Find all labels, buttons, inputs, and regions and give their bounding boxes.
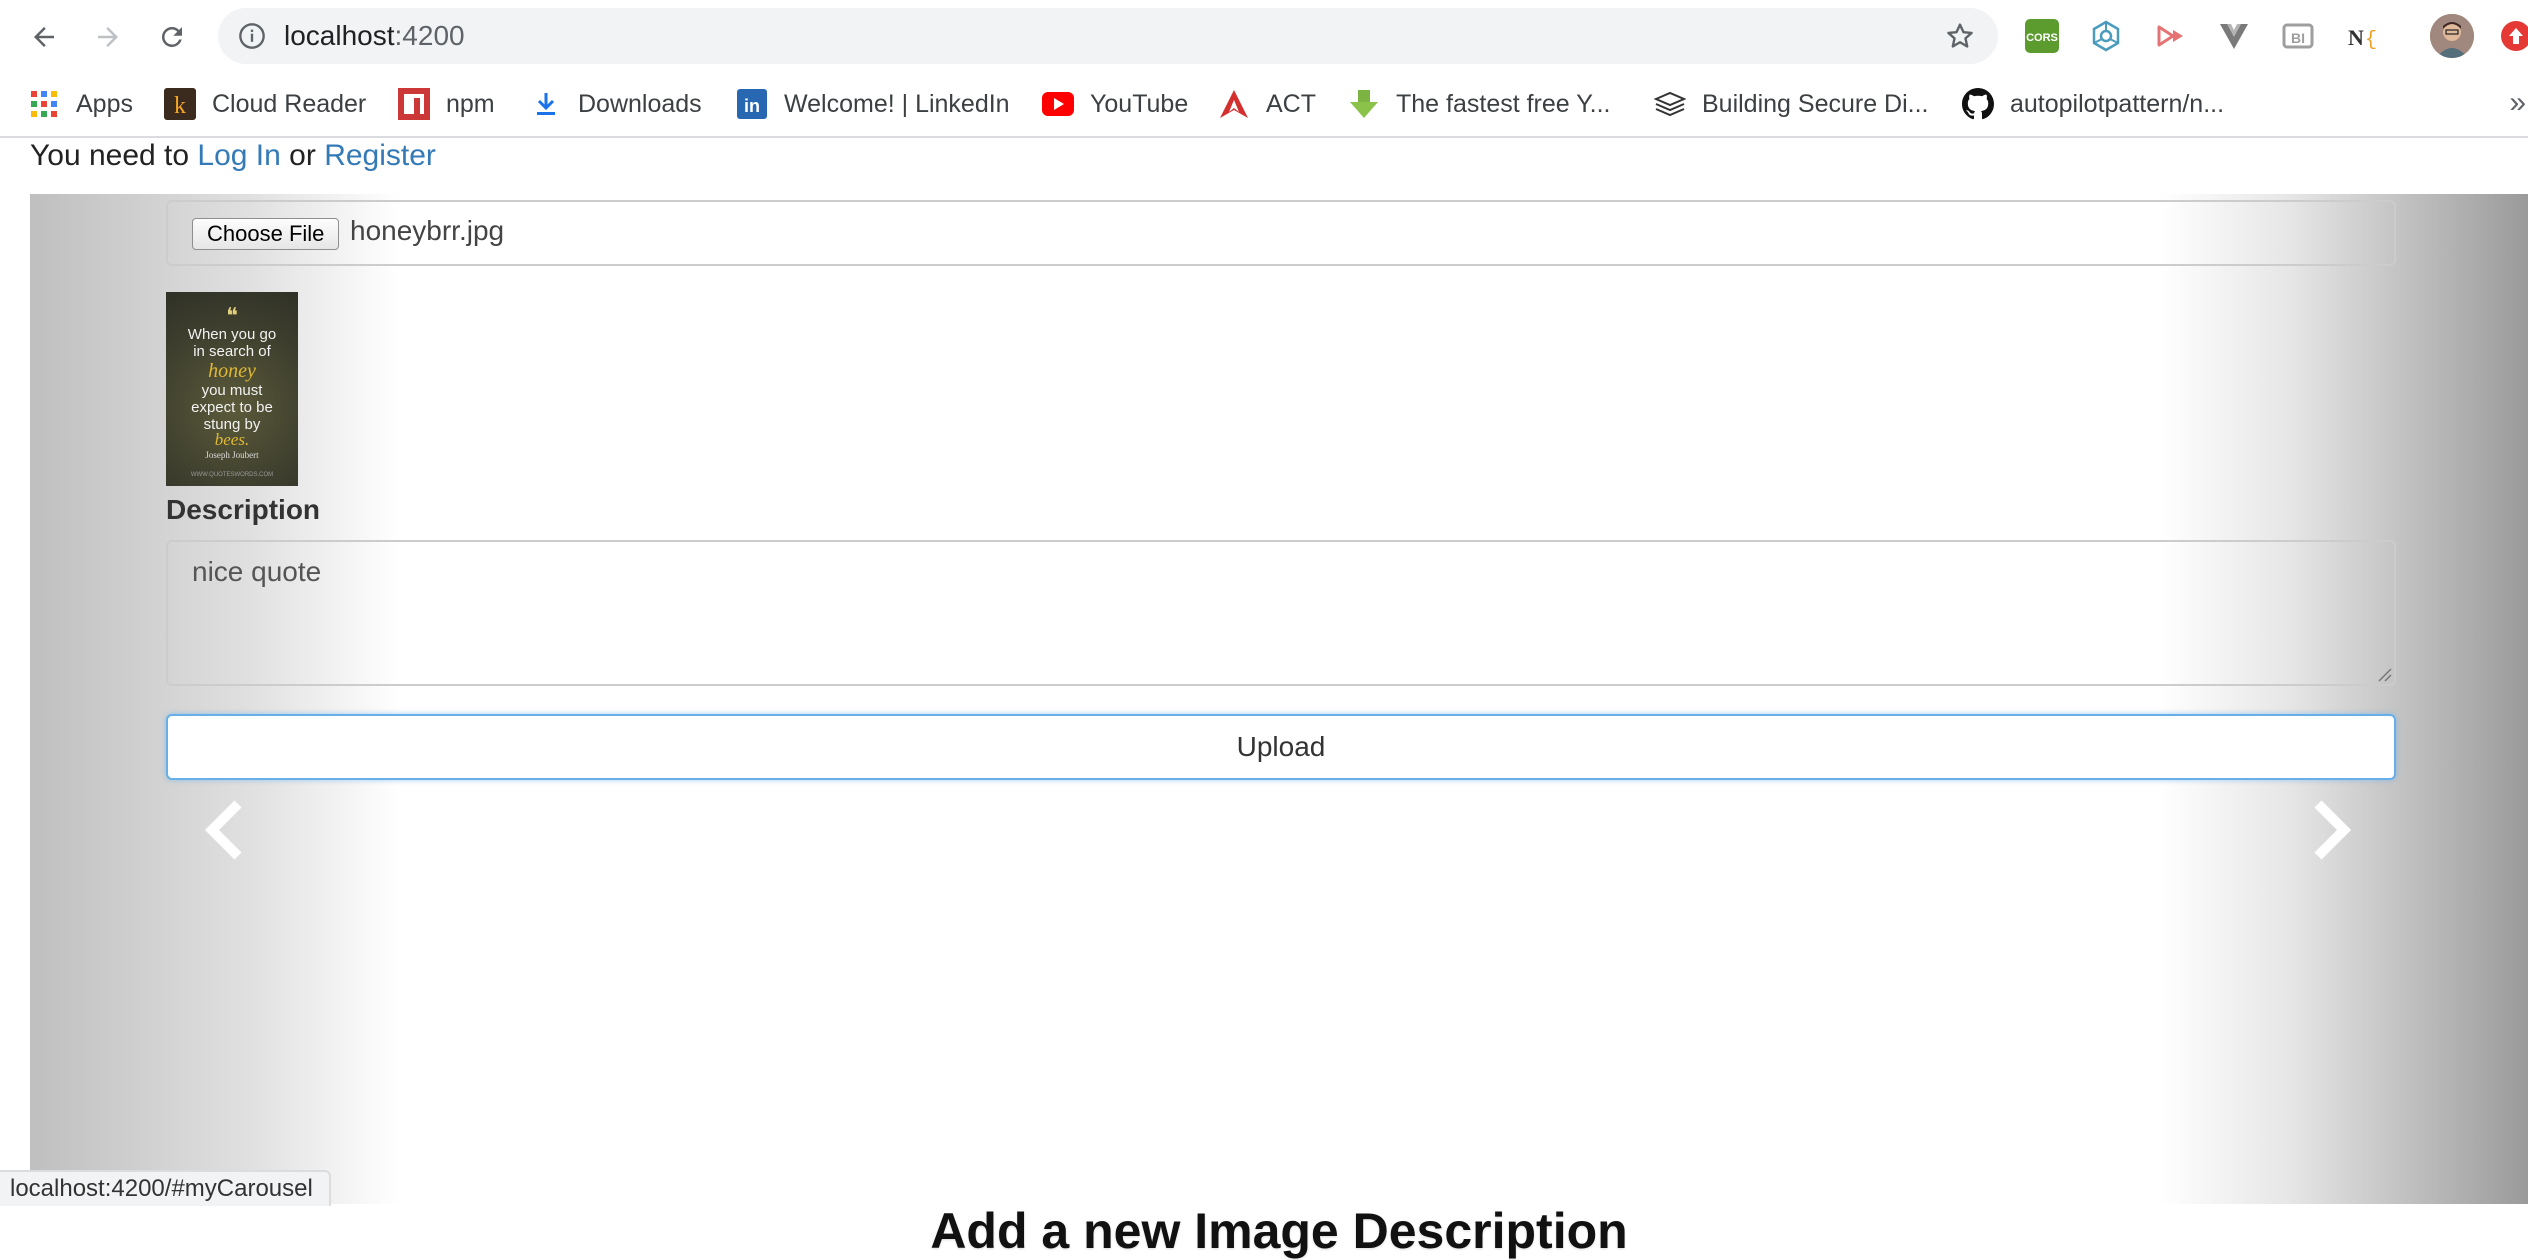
auth-or: or: [289, 139, 316, 172]
npm-icon: [398, 88, 430, 120]
bookmark-cloud-reader[interactable]: k Cloud Reader: [164, 84, 366, 124]
preview-word-bees: bees.: [214, 430, 250, 449]
preview-site: WWW.QUOTESWORDS.COM: [190, 472, 274, 478]
page-heading: Add a new Image Description: [930, 1203, 1628, 1259]
preview-line: expect to be: [191, 399, 273, 416]
upload-button[interactable]: Upload: [166, 714, 2396, 780]
bookmark-label: Welcome! | LinkedIn: [784, 89, 1010, 118]
preview-line: in search of: [193, 343, 271, 360]
login-link[interactable]: Log In: [197, 139, 280, 172]
bookmark-label: Cloud Reader: [212, 89, 367, 118]
site-info-icon[interactable]: [238, 22, 266, 50]
forward-button[interactable]: [84, 13, 132, 61]
extension-ni-icon[interactable]: N{: [2342, 16, 2382, 56]
extension-network-icon[interactable]: [2086, 16, 2126, 56]
url-host: localhost: [284, 20, 395, 51]
svg-text:in: in: [744, 96, 760, 116]
url-port: :4200: [394, 20, 465, 51]
download-arrow-icon: [1348, 88, 1380, 120]
bookmark-fastest-free[interactable]: The fastest free Y...: [1348, 84, 1610, 124]
bookmark-label: The fastest free Y...: [1396, 89, 1611, 118]
bookmark-autopilotpattern[interactable]: autopilotpattern/n...: [1962, 84, 2224, 124]
bookmark-downloads[interactable]: Downloads: [530, 84, 702, 124]
bookmark-building-secure[interactable]: Building Secure Di...: [1654, 84, 1929, 124]
file-input[interactable]: Choose File honeybrr.jpg: [166, 200, 2396, 266]
svg-text:CORS: CORS: [2026, 32, 2058, 44]
url-text[interactable]: localhost:4200: [284, 20, 465, 52]
browser-toolbar: localhost:4200 CORS BI N{: [0, 0, 2528, 74]
forward-arrow-icon: [98, 27, 118, 47]
auth-prompt: You need to Log In or Register: [30, 138, 436, 174]
address-bar[interactable]: localhost:4200: [218, 8, 1998, 64]
bookmark-npm[interactable]: npm: [398, 84, 495, 124]
linkedin-icon: in: [736, 88, 768, 120]
back-arrow-icon: [34, 27, 54, 47]
bookmark-label: autopilotpattern/n...: [2010, 89, 2225, 118]
reload-icon: [161, 26, 182, 47]
github-icon: [1962, 88, 1994, 120]
bookmarks-bar: Apps k Cloud Reader npm Downloads in Wel…: [0, 74, 2528, 138]
preview-line: you must: [201, 382, 263, 399]
quote-mark: ❝: [226, 303, 238, 328]
reload-button[interactable]: [148, 13, 196, 61]
bookmark-star-icon[interactable]: [1944, 20, 1976, 52]
svg-text:N: N: [2348, 25, 2364, 50]
cors-icon[interactable]: CORS: [2022, 16, 2062, 56]
auth-prefix: You need to: [30, 139, 190, 172]
preview-line: When you go: [187, 326, 277, 343]
status-bar-url: localhost:4200/#myCarousel: [0, 1170, 331, 1206]
description-label: Description: [166, 494, 321, 525]
resize-grip-icon[interactable]: [2376, 666, 2392, 682]
extension-bi-icon[interactable]: BI: [2278, 16, 2318, 56]
page-content: You need to Log In or Register Choose Fi…: [0, 138, 2528, 1259]
svg-text:{: {: [2365, 29, 2377, 52]
bookmark-act[interactable]: ACT: [1218, 84, 1316, 124]
bookmark-youtube[interactable]: YouTube: [1042, 84, 1188, 124]
download-icon: [530, 88, 562, 120]
bookmark-linkedin[interactable]: in Welcome! | LinkedIn: [736, 84, 1010, 124]
bookmark-label: Apps: [76, 89, 133, 118]
carousel-prev-icon[interactable]: [200, 798, 250, 862]
preview-word-honey: honey: [208, 360, 256, 382]
youtube-icon: [1042, 88, 1074, 120]
choose-file-button[interactable]: Choose File: [192, 218, 340, 250]
bookmarks-overflow-button[interactable]: »: [2509, 86, 2526, 120]
carousel-next-icon[interactable]: [2306, 798, 2356, 862]
description-value: nice quote: [192, 556, 322, 587]
svg-text:k: k: [174, 93, 186, 119]
books-icon: [1654, 88, 1686, 120]
bookmark-label: npm: [446, 89, 495, 118]
bookmark-label: YouTube: [1090, 89, 1189, 118]
vue-icon[interactable]: [2214, 16, 2254, 56]
extension-red-icon[interactable]: [2496, 16, 2528, 56]
register-link[interactable]: Register: [324, 139, 436, 172]
kindle-icon: k: [164, 88, 196, 120]
selected-file-name: honeybrr.jpg: [350, 215, 505, 246]
bookmark-label: Building Secure Di...: [1702, 89, 1929, 118]
act-icon: [1218, 88, 1250, 120]
description-textarea[interactable]: nice quote: [166, 540, 2396, 686]
image-preview: ❝ When you go in search of honey you mus…: [166, 292, 298, 486]
bookmark-apps[interactable]: Apps: [28, 84, 133, 124]
preview-author: Joseph Joubert: [205, 450, 259, 460]
image-carousel: Choose File honeybrr.jpg ❝ When you go i…: [30, 194, 2528, 1259]
apps-grid-icon: [28, 88, 60, 120]
svg-text:BI: BI: [2291, 30, 2305, 46]
bookmark-label: ACT: [1266, 89, 1316, 118]
back-button[interactable]: [20, 13, 68, 61]
extension-arrow-icon[interactable]: [2150, 16, 2190, 56]
bookmark-label: Downloads: [578, 89, 702, 118]
profile-avatar[interactable]: [2430, 14, 2474, 58]
